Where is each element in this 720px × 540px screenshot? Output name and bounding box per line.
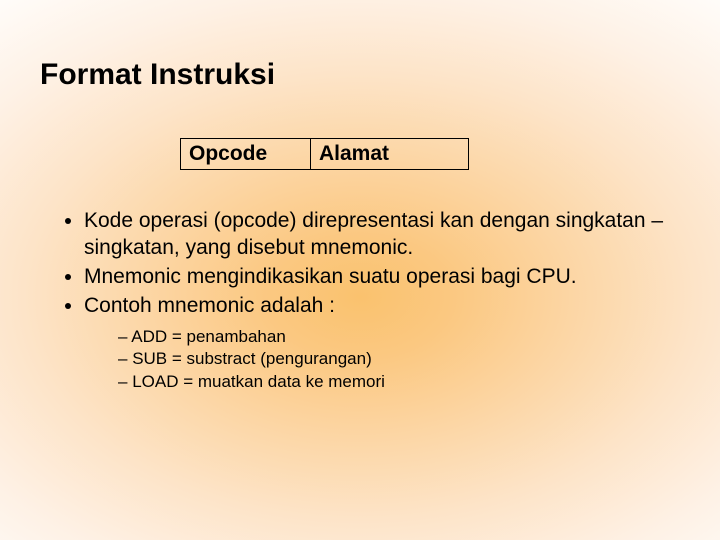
sub-bullet-list: ADD = penambahan SUB = substract (pengur… <box>118 326 680 395</box>
bullet-text: Contoh mnemonic adalah : <box>84 294 335 317</box>
sub-bullet-item: SUB = substract (pengurangan) <box>118 348 680 371</box>
instruction-format-table: Opcode Alamat <box>180 138 469 170</box>
cell-opcode: Opcode <box>181 139 311 170</box>
table-row: Opcode Alamat <box>181 139 469 170</box>
slide-title: Format Instruksi <box>40 58 680 92</box>
bullet-item: Mnemonic mengindikasikan suatu operasi b… <box>84 264 680 291</box>
bullet-item: Kode operasi (opcode) direpresentasi kan… <box>84 208 680 262</box>
sub-bullet-item: ADD = penambahan <box>118 326 680 349</box>
bullet-list: Kode operasi (opcode) direpresentasi kan… <box>68 208 680 394</box>
bullet-item: Contoh mnemonic adalah : ADD = penambaha… <box>84 293 680 395</box>
slide: Format Instruksi Opcode Alamat Kode oper… <box>0 0 720 540</box>
sub-bullet-item: LOAD = muatkan data ke memori <box>118 371 680 394</box>
cell-alamat: Alamat <box>311 139 469 170</box>
